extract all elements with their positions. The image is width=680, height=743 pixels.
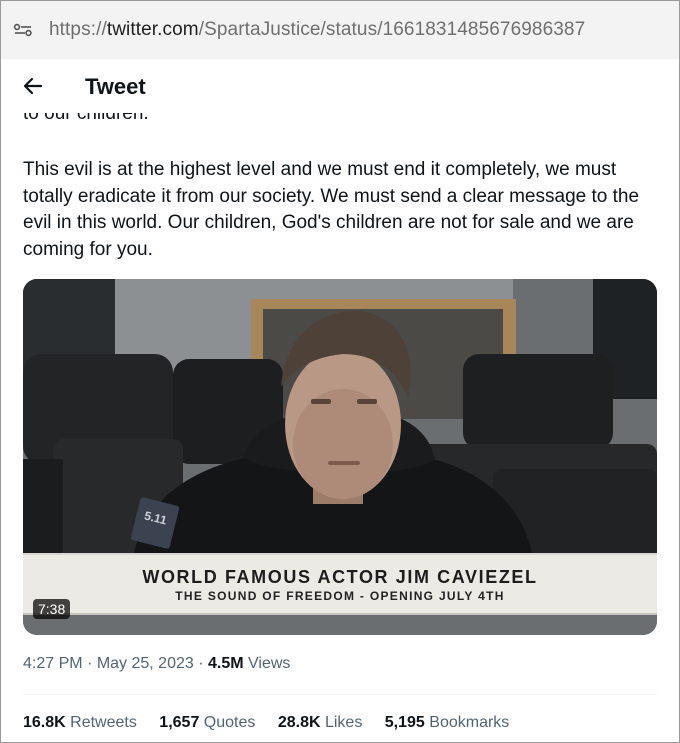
tweet-timestamp-time[interactable]: 4:27 PM xyxy=(23,655,83,672)
banner-subheadline: THE SOUND OF FREEDOM - OPENING JULY 4TH xyxy=(175,589,505,603)
tweet-metadata: 4:27 PM · May 25, 2023 · 4.5M Views xyxy=(23,655,290,673)
likes-count: 28.8K xyxy=(277,714,321,731)
tweet-text: This evil is at the highest level and we… xyxy=(23,159,640,260)
retweets-label: Retweets xyxy=(65,714,137,731)
screenshot-frame: https://twitter.com/SpartaJustice/status… xyxy=(0,0,680,743)
site-info-icon[interactable] xyxy=(13,20,33,40)
bookmarks-count: 5,195 xyxy=(384,714,425,731)
bookmarks-label: Bookmarks xyxy=(424,714,510,731)
tweet-engagement-stats: 16.8K Retweets 1,657 Quotes 28.8K Likes … xyxy=(23,714,527,732)
page-title: Tweet xyxy=(85,74,146,99)
tweet-header: Tweet xyxy=(1,59,679,113)
quotes-label: Quotes xyxy=(199,714,256,731)
url-prefix: https:// xyxy=(49,19,107,40)
url-text[interactable]: https://twitter.com/SpartaJustice/status… xyxy=(49,19,585,41)
views-label: Views xyxy=(243,655,291,672)
browser-address-bar[interactable]: https://twitter.com/SpartaJustice/status… xyxy=(1,1,679,60)
retweets-count: 16.8K xyxy=(23,714,66,731)
url-path: /SpartaJustice/status/166183148567698638… xyxy=(198,19,586,40)
likes-stat[interactable]: 28.8K Likes xyxy=(278,714,363,731)
tweet-video[interactable]: 5.11 WORLD FAMOUS ACTOR JIM CAVIEZEL THE… xyxy=(23,279,657,635)
quotes-stat[interactable]: 1,657 Quotes xyxy=(159,714,255,731)
banner-headline: WORLD FAMOUS ACTOR JIM CAVIEZEL xyxy=(142,567,538,587)
retweets-stat[interactable]: 16.8K Retweets xyxy=(23,714,137,731)
views-count: 4.5M xyxy=(207,655,244,672)
quotes-count: 1,657 xyxy=(159,714,200,731)
meta-separator: · xyxy=(193,655,208,672)
arrow-left-icon[interactable] xyxy=(21,74,45,98)
bookmarks-stat[interactable]: 5,195 Bookmarks xyxy=(385,714,510,731)
url-host: twitter.com xyxy=(106,19,199,40)
meta-separator: · xyxy=(82,655,97,672)
video-lower-third-banner: WORLD FAMOUS ACTOR JIM CAVIEZEL THE SOUN… xyxy=(23,553,657,615)
likes-label: Likes xyxy=(320,714,363,731)
tweet-timestamp-date[interactable]: May 25, 2023 xyxy=(97,655,194,672)
divider xyxy=(23,694,657,695)
video-duration-badge: 7:38 xyxy=(33,599,71,619)
